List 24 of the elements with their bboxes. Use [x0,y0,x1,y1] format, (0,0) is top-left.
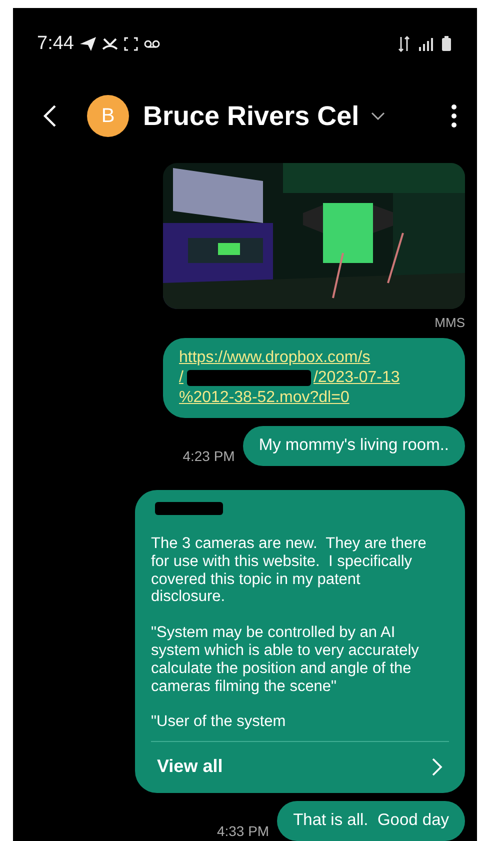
voicemail-icon [144,38,160,49]
message-type-label: MMS [434,315,465,330]
missed-call-icon [102,36,118,51]
message-time: 4:33 PM [216,823,270,839]
chevron-down-icon[interactable] [371,112,386,120]
send-icon [80,36,96,51]
signal-icon [418,36,434,51]
view-all-button[interactable]: View all [151,741,449,784]
message-text: "System may be controlled by an AI system which is able to very accurately calculate the position and angle of the cameras filming the scene" [151,624,420,696]
contact-name[interactable]: Bruce Rivers Cel [143,100,360,132]
message-text: The 3 cameras are new. They are there for use with this website. I specifically covered this topic in my patent disclosure. [151,534,428,606]
message-bubble: That is all. Good day [277,801,465,841]
status-time: 7:44 [37,32,74,55]
message-text: "User of the system [151,713,287,732]
battery-icon [442,36,451,52]
more-options-icon[interactable] [451,104,457,128]
screenshot-icon [124,36,138,51]
message-link[interactable]: https://www.dropbox.com/s / /2023-07-13 %2012-38-52.mov?dl=0 [179,348,449,408]
message-bubble: My mommy's living room.. [242,426,465,466]
redaction-bar [155,502,223,515]
back-icon[interactable] [43,104,57,128]
chevron-right-icon [431,756,443,777]
data-transfer-icon [398,36,410,52]
message-time: 4:23 PM [182,448,235,464]
